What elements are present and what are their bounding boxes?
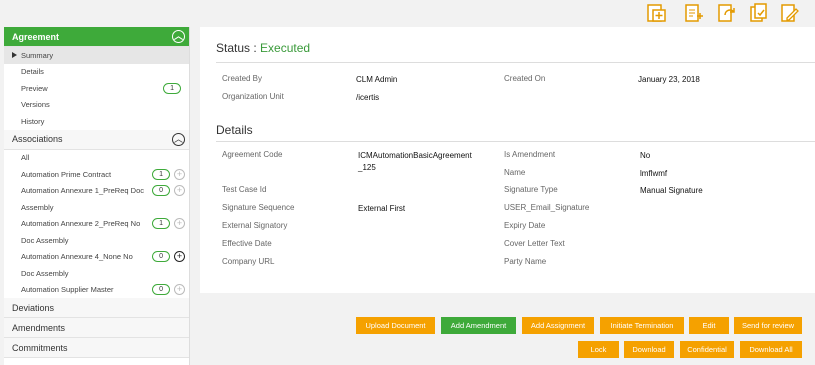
download-button[interactable]: Download xyxy=(624,341,674,358)
external-signatory-label: External Signatory xyxy=(222,221,288,230)
created-on-value: January 23, 2018 xyxy=(638,75,700,84)
download-all-button[interactable]: Download All xyxy=(740,341,802,358)
count-badge: 1 xyxy=(152,168,170,180)
is-amendment-value: No xyxy=(640,151,651,160)
association-item[interactable]: Automation Annexure 2_PreReq No 1 + xyxy=(4,216,189,233)
signature-seq-label: Signature Sequence xyxy=(222,203,295,212)
divider xyxy=(216,141,815,142)
collapse-icon[interactable]: ︿ xyxy=(172,132,185,146)
cover-letter-label: Cover Letter Text xyxy=(504,239,565,248)
association-item[interactable]: Automation Annexure 1_PreReq Doc 0 + xyxy=(4,183,189,200)
sidebar-item-versions[interactable]: Versions xyxy=(4,97,189,114)
amendments-section-header[interactable]: Amendments xyxy=(4,318,189,338)
association-item-cont: Assembly xyxy=(21,202,54,212)
created-on-label: Created On xyxy=(504,74,546,83)
lock-button[interactable]: Lock xyxy=(578,341,619,358)
add-assignment-button[interactable]: Add Assignment xyxy=(522,317,594,334)
agreement-section-header[interactable]: Agreement ︿ xyxy=(4,27,189,47)
signature-type-label: Signature Type xyxy=(504,185,558,194)
details-heading: Details xyxy=(216,123,253,137)
org-unit-value: /icertis xyxy=(356,93,380,102)
add-icon[interactable]: + xyxy=(174,251,185,263)
party-name-label: Party Name xyxy=(504,257,547,266)
created-by-label: Created By xyxy=(222,74,263,83)
association-item-cont: Doc Assembly xyxy=(21,235,69,245)
association-item-cont: Doc Assembly xyxy=(21,268,69,278)
add-icon[interactable]: + xyxy=(174,218,185,230)
name-label: Name xyxy=(504,168,526,177)
created-by-value: CLM Admin xyxy=(356,75,398,84)
agreement-section-title: Agreement xyxy=(12,31,60,42)
count-badge: 1 xyxy=(152,218,170,230)
status-value: Executed xyxy=(260,41,311,55)
associations-section-header[interactable]: Associations ︿ xyxy=(4,129,189,150)
user-email-label: USER_Email_Signature xyxy=(504,203,590,212)
add-icon[interactable]: + xyxy=(174,284,185,296)
confidential-button[interactable]: Confidential xyxy=(680,341,734,358)
add-document-icon[interactable] xyxy=(645,3,667,23)
upload-document-button[interactable]: Upload Document xyxy=(356,317,435,334)
association-item[interactable]: Automation Annexure 4_None No 0 + xyxy=(4,249,189,266)
deviations-section-header[interactable]: Deviations xyxy=(4,298,189,318)
edit-document-icon[interactable] xyxy=(779,3,801,23)
copy-document-icon[interactable] xyxy=(748,3,770,23)
add-page-icon[interactable] xyxy=(683,3,705,23)
agreement-code-label: Agreement Code xyxy=(222,150,283,159)
company-url-label: Company URL xyxy=(222,257,275,266)
count-badge: 1 xyxy=(163,82,181,94)
status-line: Status : Executed xyxy=(216,41,310,55)
count-badge: 0 xyxy=(152,251,170,263)
associations-section-title: Associations xyxy=(12,134,63,144)
name-value: lmflwmf xyxy=(640,169,668,178)
refresh-document-icon[interactable] xyxy=(716,3,738,23)
count-badge: 0 xyxy=(152,284,170,296)
agreement-code-value-cont: _125 xyxy=(358,163,376,172)
divider xyxy=(216,62,815,63)
commitments-section-header[interactable]: Commitments xyxy=(4,338,189,358)
signature-seq-value: External First xyxy=(358,204,406,213)
agreement-code-value: ICMAutomationBasicAgreement xyxy=(358,151,472,160)
test-case-label: Test Case Id xyxy=(222,185,267,194)
sidebar-item-all[interactable]: All xyxy=(4,150,189,167)
add-icon[interactable]: + xyxy=(174,168,185,180)
sidebar-item-preview[interactable]: Preview 1 xyxy=(4,80,189,97)
summary-panel: Status : Executed Created By CLM Admin C… xyxy=(200,27,815,293)
signature-type-value: Manual Signature xyxy=(640,186,703,195)
association-item[interactable]: Automation Prime Contract 1 + xyxy=(4,166,189,183)
count-badge: 0 xyxy=(152,185,170,197)
add-amendment-button[interactable]: Add Amendment xyxy=(441,317,516,334)
sidebar-item-details[interactable]: Details xyxy=(4,64,189,81)
association-item[interactable]: Automation Supplier Master 0 + xyxy=(4,282,189,299)
is-amendment-label: Is Amendment xyxy=(504,150,556,159)
expiry-date-label: Expiry Date xyxy=(504,221,546,230)
sidebar-item-history[interactable]: History xyxy=(4,113,189,130)
edit-button[interactable]: Edit xyxy=(689,317,729,334)
sidebar: Agreement ︿ Summary Details Preview 1 Ver… xyxy=(4,27,190,365)
initiate-termination-button[interactable]: Initiate Termination xyxy=(600,317,684,334)
org-unit-label: Organization Unit xyxy=(222,92,284,101)
effective-date-label: Effective Date xyxy=(222,239,272,248)
sidebar-item-summary[interactable]: Summary xyxy=(4,47,189,64)
status-label: Status : xyxy=(216,41,257,55)
send-for-review-button[interactable]: Send for review xyxy=(734,317,802,334)
add-icon[interactable]: + xyxy=(174,185,185,197)
collapse-icon[interactable]: ︿ xyxy=(172,30,185,43)
